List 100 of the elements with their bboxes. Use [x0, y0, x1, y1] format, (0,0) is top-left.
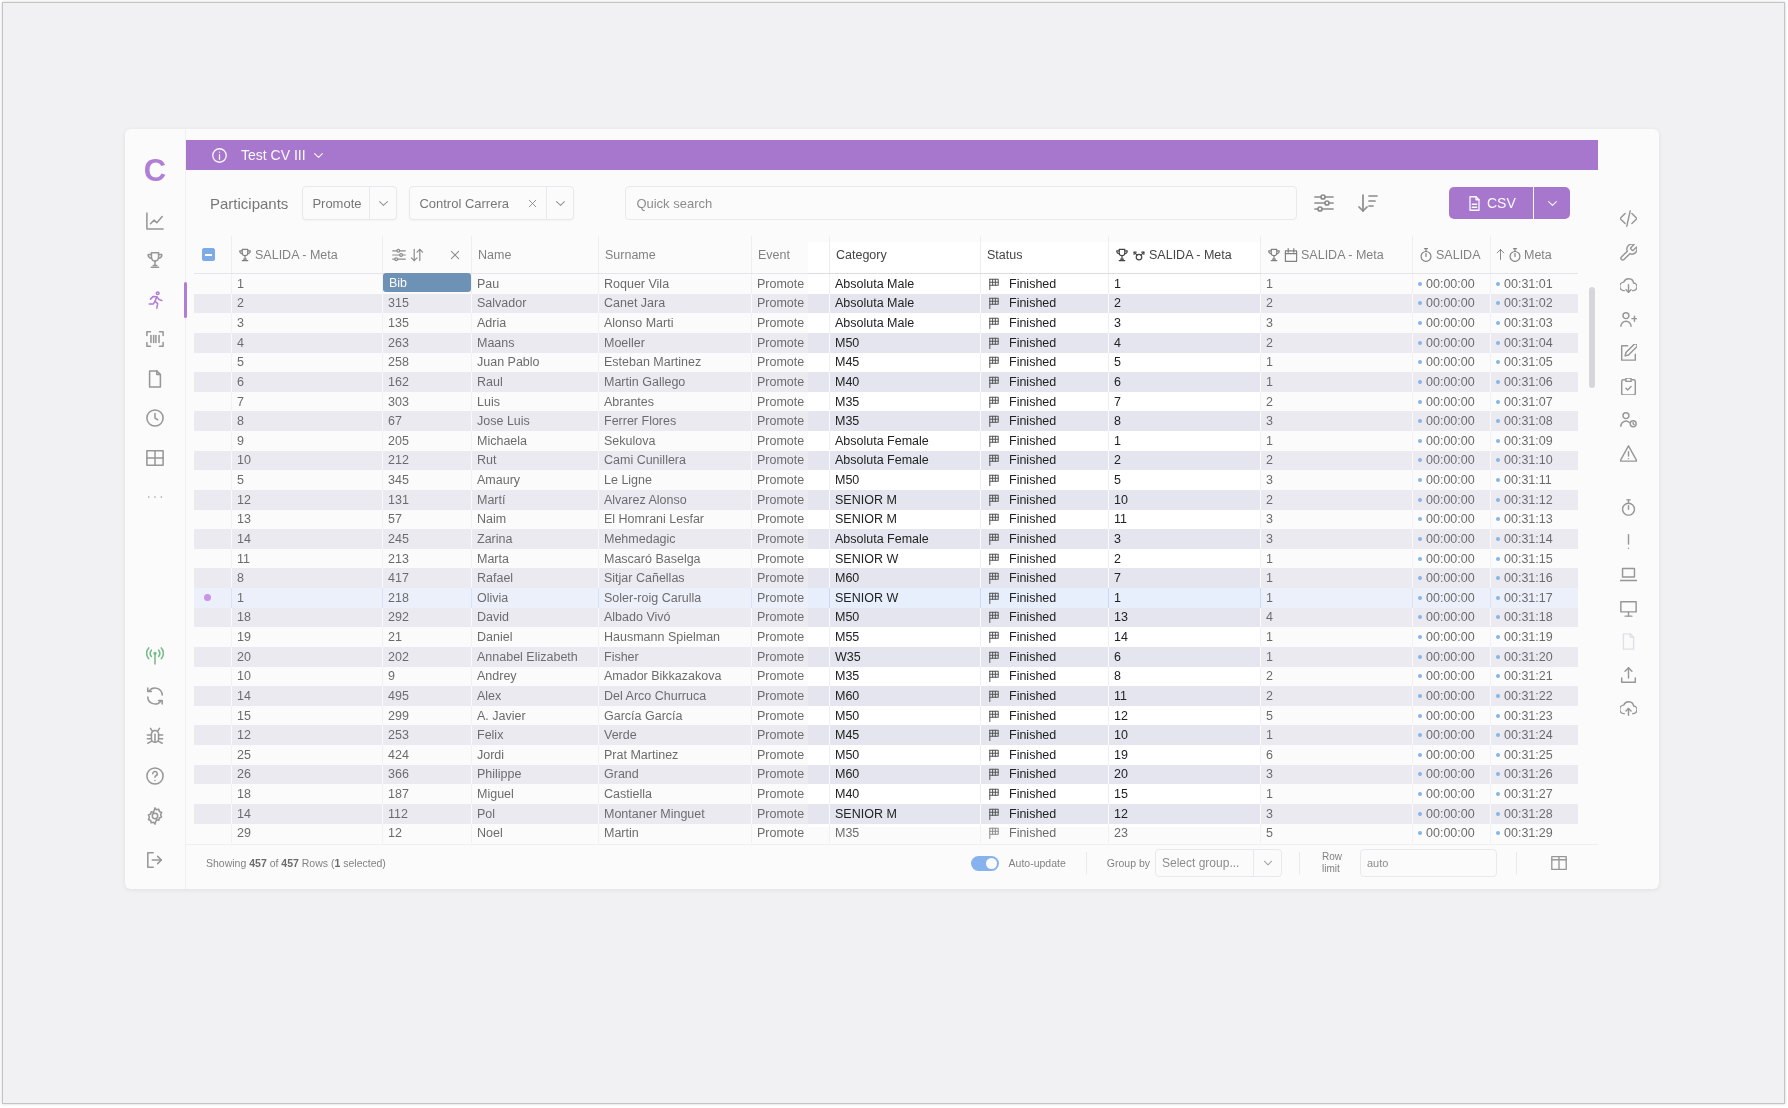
table-cell: Fisher [604, 649, 639, 664]
table-cell: 00:31:06 [1504, 374, 1553, 389]
table-cell: 10 [237, 453, 251, 468]
table-cell: Promote [757, 708, 805, 723]
table-cell: M55 [835, 630, 860, 645]
table-cell: 7 [1114, 571, 1121, 586]
table-cell: Finished [1009, 492, 1057, 507]
table-cell: Finished [1009, 531, 1057, 546]
table-cell: 11 [1114, 512, 1127, 527]
table-cell: Promote [757, 276, 805, 291]
table-cell: 00:31:26 [1504, 767, 1553, 782]
table-cell: 4 [1114, 335, 1121, 350]
table-cell: 15 [1114, 787, 1128, 802]
table-cell: Finished [1009, 767, 1057, 782]
table-cell: Rafael [477, 571, 514, 586]
table-cell: 112 [388, 806, 408, 821]
table-cell: 00:31:13 [1504, 512, 1553, 527]
table-cell: Hausmann Spielman [604, 630, 721, 645]
table-cell: 2 [1266, 688, 1273, 703]
table-cell: 424 [388, 747, 409, 762]
table-cell: M40 [835, 374, 860, 389]
table-cell: 00:31:05 [1504, 355, 1553, 370]
table-cell: Finished [1009, 414, 1057, 429]
table-cell: Juan Pablo [477, 355, 540, 370]
table-cell: Pol [477, 806, 496, 821]
table-cell: Finished [1009, 669, 1057, 684]
table-cell: 00:00:00 [1426, 276, 1475, 291]
table-cell: Promote [757, 669, 805, 684]
table-cell: 00:31:10 [1504, 453, 1553, 468]
table-cell: Promote [757, 590, 805, 605]
table-cell: 21 [388, 630, 402, 645]
table-cell: 00:00:00 [1426, 571, 1475, 586]
table-cell: 00:31:12 [1504, 492, 1553, 507]
table-cell: 2 [1114, 296, 1121, 311]
table-cell: Finished [1009, 335, 1057, 350]
table-cell: 135 [388, 316, 409, 331]
table-cell: 3 [1114, 531, 1121, 546]
table-cell: 187 [388, 787, 409, 802]
table-cell: 00:31:08 [1504, 414, 1553, 429]
table-cell: Promote [757, 335, 805, 350]
row-limit-label: Row limit [1322, 851, 1343, 875]
table-cell: 9 [388, 669, 395, 684]
table-cell: M60 [835, 571, 860, 586]
table-cell: Finished [1009, 708, 1057, 723]
table-cell: 00:31:19 [1504, 630, 1553, 645]
table-cell: 3 [1266, 806, 1273, 821]
table-cell: Abrantes [604, 394, 655, 409]
table-cell: M45 [835, 728, 860, 743]
table-cell: Promote [757, 453, 805, 468]
table-cell: 315 [388, 296, 409, 311]
table-cell: Jose Luis [477, 414, 530, 429]
table-cell: Raul [477, 374, 503, 389]
table-cell: 6 [1114, 374, 1121, 389]
table-cell: 00:00:00 [1426, 590, 1475, 605]
table-cell: Naim [477, 512, 507, 527]
table-cell: Promote [757, 394, 805, 409]
table-cell: 15 [237, 708, 251, 723]
table-cell: SENIOR M [835, 806, 897, 821]
table-cell: 57 [388, 512, 402, 527]
table-cell: 00:00:00 [1426, 316, 1475, 331]
table-cell: 29 [237, 826, 251, 841]
table-cell: 13 [237, 512, 251, 527]
table-cell: Albado Vivó [604, 610, 671, 625]
table-cell: Mehmedagic [604, 531, 676, 546]
table-cell: 2 [237, 296, 244, 311]
table-cell: Daniel [477, 630, 513, 645]
table-cell: 00:00:00 [1426, 826, 1475, 841]
table-cell: 00:00:00 [1426, 374, 1475, 389]
table-cell: 00:00:00 [1426, 708, 1475, 723]
table-cell: Esteban Martinez [604, 355, 702, 370]
table-cell: 2 [1266, 453, 1273, 468]
table-cell: 00:00:00 [1426, 492, 1475, 507]
table-cell: 00:00:00 [1426, 355, 1475, 370]
table-cell: 3 [1114, 316, 1121, 331]
table-cell: Pau [477, 276, 500, 291]
table-cell: 00:31:17 [1504, 590, 1553, 605]
table-cell: 00:00:00 [1426, 296, 1475, 311]
table-cell: 00:31:07 [1504, 394, 1553, 409]
table-cell: Montaner Minguet [604, 806, 705, 821]
table-cell: 00:31:23 [1504, 708, 1553, 723]
table-cell: Finished [1009, 610, 1057, 625]
table-cell: Finished [1009, 688, 1057, 703]
table-cell: Finished [1009, 787, 1057, 802]
table-cell: Finished [1009, 355, 1057, 370]
table-cell: 11 [237, 551, 250, 566]
table-cell: 10 [1114, 492, 1128, 507]
page-title: Participants [210, 194, 289, 212]
table-cell: M60 [835, 767, 860, 782]
table-cell: 1 [1114, 433, 1121, 448]
table-cell: 11 [1114, 688, 1127, 703]
table-cell: Jordi [477, 747, 505, 762]
table-cell: 00:00:00 [1426, 688, 1475, 703]
table-cell: 00:31:25 [1504, 747, 1553, 762]
table-cell: SENIOR W [835, 590, 899, 605]
table-cell: 2 [1266, 492, 1273, 507]
table-cell: Absoluta Male [835, 276, 915, 291]
table-cell: Zarina [477, 531, 513, 546]
table-cell: 18 [237, 787, 251, 802]
table-cell: Michaela [477, 433, 528, 448]
table-cell: Promote [757, 473, 805, 488]
